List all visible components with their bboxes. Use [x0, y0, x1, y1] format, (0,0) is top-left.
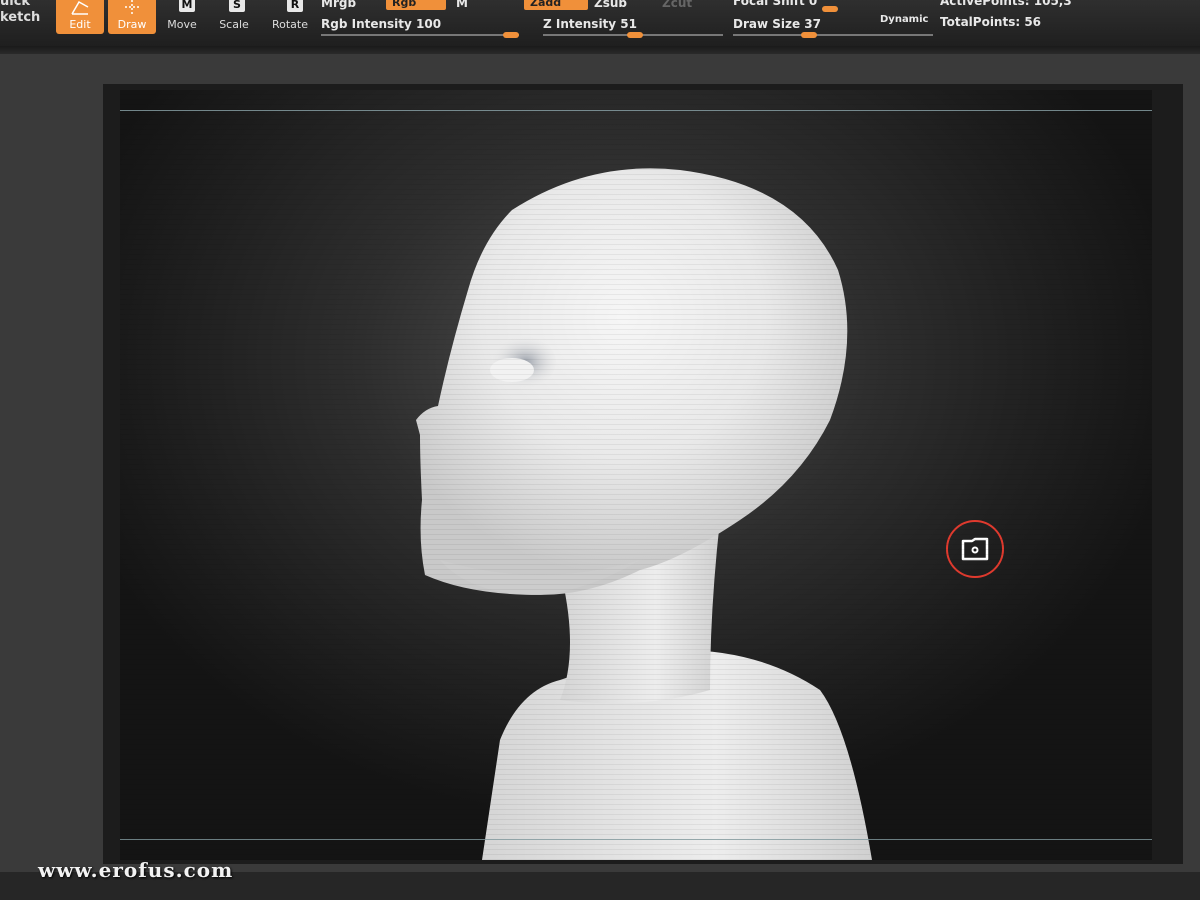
zcut-button[interactable]: Zcut	[662, 0, 692, 10]
zadd-button[interactable]: Zadd	[524, 0, 588, 10]
canvas-bottom-guide	[120, 839, 1152, 840]
move-label: Move	[167, 18, 197, 31]
rgb-button[interactable]: Rgb	[386, 0, 446, 10]
watermark: www.erofus.com	[38, 858, 234, 882]
m-button[interactable]: M	[456, 0, 468, 10]
top-toolbar: uick ketch Edit Draw M Move S Scale R Ro…	[0, 0, 1200, 54]
z-intensity-knob[interactable]	[626, 32, 643, 38]
rgb-intensity-slider[interactable]	[321, 34, 519, 36]
floor-grid-button[interactable]	[946, 520, 1004, 578]
draw-size-slider[interactable]	[733, 34, 933, 36]
active-points-label: ActivePoints: 105,3	[940, 0, 1072, 8]
move-key: M	[179, 0, 195, 12]
scale-icon: S	[223, 0, 245, 16]
rgb-intensity-label: Rgb Intensity 100	[321, 17, 442, 31]
rotate-label: Rotate	[271, 18, 308, 31]
focal-shift-knob[interactable]	[822, 6, 838, 12]
quick-sketch-label-2: ketch	[0, 10, 41, 25]
total-points-label: TotalPoints: 56	[940, 15, 1042, 29]
quick-sketch-button[interactable]: uick ketch	[0, 0, 40, 25]
scale-key: S	[229, 0, 245, 12]
rotate-key: R	[287, 0, 303, 12]
document-viewport[interactable]	[120, 90, 1152, 860]
move-icon: M	[171, 0, 195, 16]
draw-button[interactable]: Draw	[108, 0, 156, 34]
rotate-button[interactable]: R Rotate	[266, 0, 314, 34]
rgb-intensity-knob[interactable]	[503, 32, 519, 38]
floor-grid-icon	[961, 537, 989, 561]
draw-label: Draw	[117, 18, 147, 31]
draw-size-label: Draw Size 37	[733, 17, 821, 31]
rotate-icon: R	[279, 0, 303, 16]
head-sculpt-model[interactable]	[120, 90, 1152, 860]
mrgb-button[interactable]: Mrgb	[321, 0, 356, 10]
z-intensity-label: Z Intensity 51	[543, 17, 637, 31]
edit-icon	[69, 0, 91, 16]
move-button[interactable]: M Move	[158, 0, 206, 34]
quick-sketch-label-1: uick	[0, 0, 31, 9]
scale-label: Scale	[219, 18, 249, 31]
scale-button[interactable]: S Scale	[210, 0, 258, 34]
edit-button[interactable]: Edit	[56, 0, 104, 34]
draw-icon	[121, 0, 143, 16]
dynamic-button[interactable]: Dynamic	[880, 14, 928, 25]
toolbar-divider	[0, 46, 1200, 54]
edit-label: Edit	[69, 18, 91, 31]
zsub-button[interactable]: Zsub	[594, 0, 627, 10]
draw-size-knob[interactable]	[801, 32, 818, 38]
focal-shift-label: Focal Shift 0	[733, 0, 818, 8]
